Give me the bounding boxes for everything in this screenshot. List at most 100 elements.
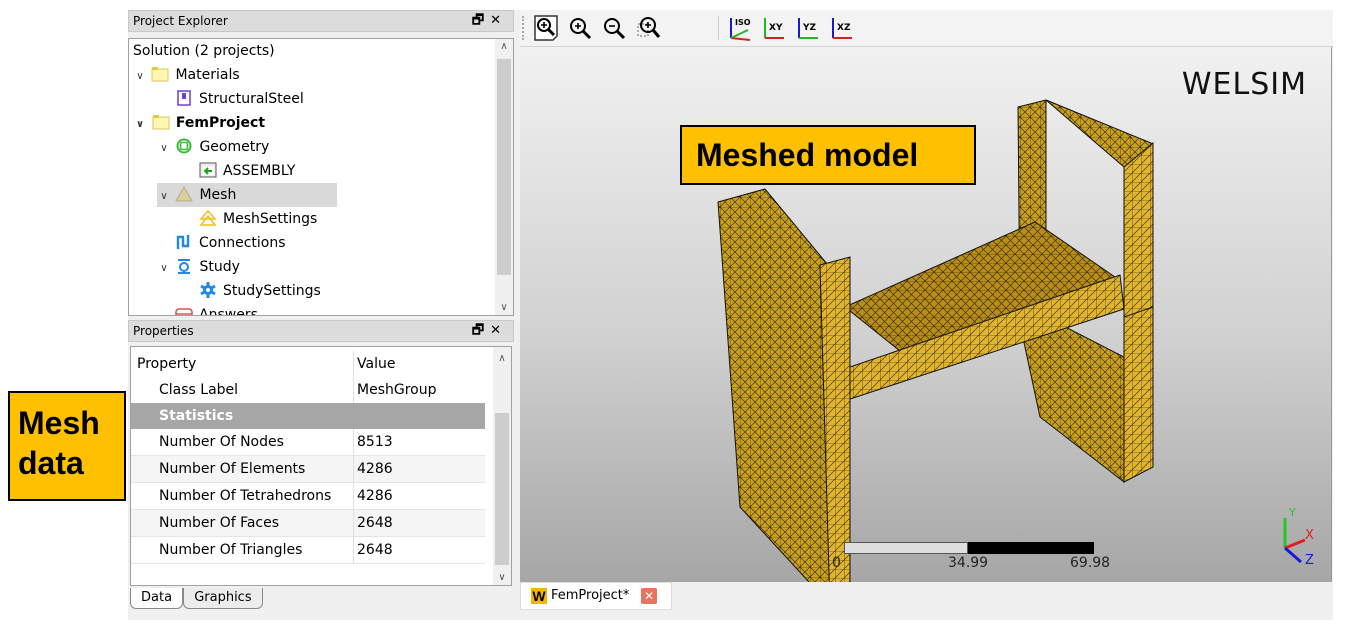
tree-item-studysettings[interactable]: StudySettings (199, 279, 321, 303)
mesh-data-callout: Mesh data (8, 391, 126, 501)
view-iso-icon[interactable]: ISO (726, 14, 754, 42)
chevron-down-icon[interactable]: ∨ (133, 113, 147, 137)
tree-item-label: Mesh (199, 187, 237, 203)
property-value: 4286 (357, 488, 393, 504)
scrollbar-thumb[interactable] (495, 413, 509, 565)
tree-item-geometry[interactable]: ∨ Geometry (157, 135, 269, 159)
gear-icon (200, 282, 216, 298)
property-row[interactable]: Number Of Faces 2648 (131, 510, 485, 537)
tree-item-connections[interactable]: Connections (175, 231, 286, 255)
property-row[interactable]: Number Of Tetrahedrons 4286 (131, 483, 485, 510)
property-value: MeshGroup (357, 382, 437, 398)
property-row[interactable]: Number Of Elements 4286 (131, 456, 485, 483)
view-xy-icon[interactable]: XY (760, 14, 788, 42)
header-property: Property (137, 356, 197, 372)
chevron-down-icon[interactable]: ∨ (157, 257, 171, 281)
folder-icon (151, 67, 169, 82)
svg-text:YZ: YZ (802, 23, 817, 33)
properties-scrollbar[interactable]: ∧ ∨ (493, 347, 511, 585)
property-value: 8513 (357, 434, 393, 450)
tree-item-structuralsteel[interactable]: StructuralSteel (175, 87, 304, 111)
close-icon[interactable]: ✕ (490, 13, 507, 28)
property-row[interactable]: Class Label MeshGroup (131, 377, 485, 403)
property-group-statistics[interactable]: Statistics (131, 403, 485, 429)
project-tree: Solution (2 projects) ∨ Materials Struct… (128, 38, 514, 316)
scale-bar-dark-segment (968, 542, 1094, 554)
property-value: 2648 (357, 515, 393, 531)
zoom-in-icon[interactable] (566, 14, 594, 42)
tree-item-label: StructuralSteel (199, 91, 304, 107)
tree-scrollbar[interactable]: ∧ ∨ (495, 39, 513, 315)
properties-grid: Property Value Class Label MeshGroup Sta… (130, 346, 512, 586)
tree-item-answers[interactable]: Answers (175, 303, 258, 316)
document-tab-bar: W FemProject* ✕ (520, 582, 1333, 612)
svg-text:Z: Z (1305, 553, 1314, 568)
tab-graphics[interactable]: Graphics (183, 588, 263, 609)
properties-title-bar: Properties 🗗✕ (128, 320, 514, 342)
property-row[interactable]: Number Of Triangles 2648 (131, 537, 485, 564)
project-explorer-title: Project Explorer (133, 14, 228, 28)
tree-item-meshsettings[interactable]: MeshSettings (199, 207, 317, 231)
mesh-settings-icon (199, 210, 217, 226)
close-icon[interactable]: ✕ (490, 323, 507, 338)
3d-viewport[interactable]: WELSIM Meshed model 0 34.99 69.98 Y X Z (520, 47, 1332, 582)
chevron-down-icon[interactable]: ∨ (157, 185, 171, 209)
tab-femproject[interactable]: W FemProject* ✕ (520, 582, 672, 610)
property-key: Number Of Nodes (159, 434, 284, 450)
callout-line-1: Mesh (18, 405, 100, 441)
tree-item-assembly[interactable]: ASSEMBLY (199, 159, 295, 183)
properties-header: Property Value (131, 351, 485, 377)
tree-item-label: Study (199, 259, 240, 275)
tree-item-femproject[interactable]: ∨ FemProject (133, 111, 265, 135)
app-window: Project Explorer 🗗✕ Solution (2 projects… (128, 10, 1333, 620)
tree-item-study[interactable]: ∨ Study (157, 255, 240, 279)
close-tab-icon[interactable]: ✕ (641, 588, 657, 604)
tab-data[interactable]: Data (130, 588, 184, 609)
properties-title: Properties (133, 324, 194, 338)
right-plate-lower (1019, 316, 1125, 484)
scroll-up-icon[interactable]: ∧ (493, 353, 511, 364)
scale-label-0: 0 (832, 555, 841, 571)
tree-item-solution[interactable]: Solution (2 projects) (133, 39, 275, 63)
svg-text:ISO: ISO (735, 18, 751, 27)
zoom-box-icon[interactable] (634, 14, 662, 42)
answers-icon (175, 308, 193, 315)
property-key: Number Of Faces (159, 515, 280, 531)
callout-line-2: data (18, 445, 84, 481)
scroll-up-icon[interactable]: ∧ (495, 41, 513, 52)
tree-item-materials[interactable]: ∨ Materials (133, 63, 240, 87)
zoom-fit-icon[interactable] (532, 14, 560, 42)
mesh-icon (175, 186, 194, 202)
header-value: Value (357, 356, 396, 372)
scale-label-max: 69.98 (1070, 555, 1111, 571)
chevron-down-icon[interactable]: ∨ (157, 137, 171, 161)
scale-bar-light-segment (844, 542, 968, 554)
tree-item-label: Connections (199, 235, 286, 251)
svg-text:X: X (1305, 528, 1314, 543)
view-toolbar: ISO XY YZ XZ (520, 10, 1333, 47)
float-icon[interactable]: 🗗 (472, 323, 490, 338)
bottom-tab-bar: Data Graphics (130, 588, 263, 610)
view-yz-icon[interactable]: YZ (794, 14, 822, 42)
property-row[interactable]: Number Of Nodes 8513 (131, 429, 485, 456)
view-xz-icon[interactable]: XZ (828, 14, 856, 42)
svg-text:Y: Y (1288, 508, 1296, 519)
chevron-down-icon[interactable]: ∨ (133, 65, 147, 89)
tree-item-label: Solution (2 projects) (133, 43, 275, 59)
toolbar-grip[interactable] (522, 16, 526, 40)
left-plate-face (717, 188, 833, 582)
folder-icon (152, 115, 170, 130)
scroll-down-icon[interactable]: ∨ (493, 572, 511, 583)
float-icon[interactable]: 🗗 (472, 13, 490, 28)
tree-item-label: Answers (199, 307, 258, 316)
scrollbar-thumb[interactable] (497, 59, 511, 275)
study-icon (178, 259, 191, 274)
property-key: Number Of Triangles (159, 542, 303, 558)
assembly-icon (199, 162, 217, 178)
tree-item-mesh[interactable]: ∨ Mesh (157, 183, 337, 207)
scale-bar (844, 542, 1094, 554)
scroll-down-icon[interactable]: ∨ (495, 302, 513, 313)
property-group-label: Statistics (159, 408, 234, 424)
zoom-out-icon[interactable] (600, 14, 628, 42)
svg-text:XY: XY (769, 23, 783, 33)
